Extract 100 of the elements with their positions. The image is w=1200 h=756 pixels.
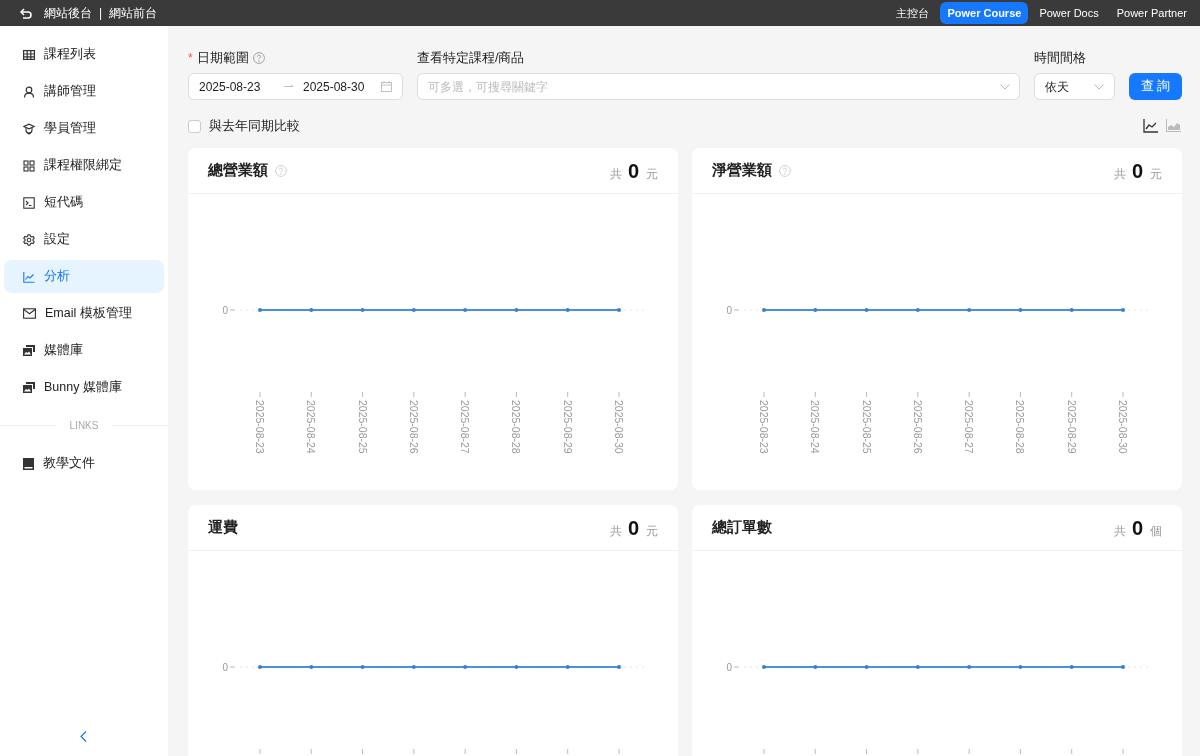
arrow-icon xyxy=(284,84,294,89)
x-axis-label: 2025-08-25 xyxy=(356,400,369,454)
card-title: 淨營業額 xyxy=(712,160,772,180)
x-axis-label: 2025-08-26 xyxy=(407,400,420,454)
y-axis-label: 0 xyxy=(726,304,732,316)
separator-text: | xyxy=(99,5,103,22)
x-tick xyxy=(968,391,970,398)
terminal-icon xyxy=(23,196,35,209)
x-axis-label: 2025-08-27 xyxy=(963,400,976,454)
y-tick xyxy=(733,309,740,311)
x-tick xyxy=(259,391,261,398)
field-label: 查看特定課程/商品 xyxy=(417,49,526,67)
date-range-field[interactable]: 2025-08-23 2025-08-30 xyxy=(188,73,403,100)
sidebar-item[interactable]: Bunny 媒體庫 xyxy=(4,371,164,404)
mail-icon xyxy=(23,308,36,319)
help-icon[interactable] xyxy=(275,164,287,177)
y-tick xyxy=(733,666,740,668)
total-prefix: 共 xyxy=(1113,522,1126,540)
select-value: 依天 xyxy=(1045,78,1070,96)
total-prefix: 共 xyxy=(609,165,622,183)
chevron-down-icon xyxy=(1094,83,1104,90)
total-value: 0 xyxy=(1131,515,1143,541)
x-tick xyxy=(814,391,816,398)
area-chart-icon[interactable] xyxy=(1166,119,1181,133)
sidebar-item[interactable]: 設定 xyxy=(4,223,164,256)
y-axis-label: 0 xyxy=(726,661,732,673)
interval-select[interactable]: 依天 xyxy=(1034,73,1115,100)
x-tick xyxy=(515,748,517,755)
sidebar-item[interactable]: 學員管理 xyxy=(4,112,164,145)
total-unit: 元 xyxy=(1150,165,1162,183)
help-icon[interactable] xyxy=(779,164,791,177)
nav-tab[interactable]: Power Course xyxy=(940,1,1029,25)
x-axis-label: 2025-08-24 xyxy=(305,400,318,454)
x-axis-label: 2025-08-29 xyxy=(561,400,574,454)
x-tick xyxy=(362,748,364,755)
collapse-icon[interactable] xyxy=(80,731,87,742)
card-title: 總營業額 xyxy=(208,160,268,180)
total-prefix: 共 xyxy=(1113,165,1126,183)
x-tick xyxy=(618,391,620,398)
sidebar-item[interactable]: 分析 xyxy=(4,260,164,293)
nav-tab[interactable]: Power Partner xyxy=(1109,1,1194,25)
total-value: 0 xyxy=(627,515,639,541)
back-icon[interactable] xyxy=(20,7,32,19)
field-label: 日期範圍 xyxy=(196,49,249,67)
x-axis-label: 2025-08-28 xyxy=(1014,400,1027,454)
images-icon xyxy=(23,345,35,356)
images-icon xyxy=(23,382,35,393)
x-tick xyxy=(413,748,415,755)
sidebar-item[interactable]: 課程權限綁定 xyxy=(4,149,164,182)
x-tick xyxy=(866,748,868,755)
product-select[interactable]: 可多選，可搜尋關鍵字 xyxy=(417,73,1020,100)
start-date: 2025-08-23 xyxy=(199,78,262,96)
x-axis-label: 2025-08-27 xyxy=(459,400,472,454)
checkbox[interactable] xyxy=(188,119,201,133)
sidebar-item[interactable]: 課程列表 xyxy=(4,38,164,71)
required-mark: * xyxy=(188,50,193,67)
help-icon[interactable] xyxy=(252,52,265,64)
x-tick xyxy=(464,391,466,398)
x-tick xyxy=(567,391,569,398)
card-title: 運費 xyxy=(208,517,238,537)
sidebar-item[interactable]: 媒體庫 xyxy=(4,334,164,367)
x-axis-label: 2025-08-26 xyxy=(911,400,924,454)
x-tick xyxy=(362,391,364,398)
x-tick xyxy=(917,391,919,398)
end-date: 2025-08-30 xyxy=(303,78,365,96)
query-button[interactable]: 查 詢 xyxy=(1129,73,1182,100)
x-tick xyxy=(515,391,517,398)
sidebar-item[interactable]: Email 模板管理 xyxy=(4,297,164,330)
user-icon xyxy=(23,85,35,98)
x-axis-label: 2025-08-23 xyxy=(254,400,266,454)
sidebar-item[interactable]: 講師管理 xyxy=(4,75,164,108)
nav-tab[interactable]: Power Docs xyxy=(1032,1,1106,25)
x-tick xyxy=(259,748,261,755)
x-tick xyxy=(763,748,765,755)
x-axis-label: 2025-08-28 xyxy=(510,400,523,454)
top-link[interactable]: 網站前台 xyxy=(109,4,158,22)
x-tick xyxy=(1019,391,1021,398)
x-tick xyxy=(1071,391,1073,398)
card-title: 總訂單數 xyxy=(712,517,772,537)
y-axis-label: 0 xyxy=(222,661,228,673)
x-axis-label: 2025-08-29 xyxy=(1065,400,1078,454)
x-axis-label: 2025-08-25 xyxy=(860,400,873,454)
line-chart-icon[interactable] xyxy=(1143,119,1158,133)
x-axis-label: 2025-08-23 xyxy=(758,400,770,454)
nav-tab[interactable]: 主控台 xyxy=(889,1,937,25)
x-tick xyxy=(413,391,415,398)
x-tick xyxy=(464,748,466,755)
top-link[interactable]: 網站後台 xyxy=(44,4,92,22)
checkbox-label: 與去年同期比較 xyxy=(209,117,300,135)
x-tick xyxy=(917,748,919,755)
calendar-icon xyxy=(381,81,392,92)
chevron-down-icon xyxy=(1000,84,1010,90)
x-tick xyxy=(1071,748,1073,755)
sidebar-item[interactable]: 短代碼 xyxy=(4,186,164,219)
total-unit: 個 xyxy=(1150,522,1162,540)
x-tick xyxy=(1122,748,1124,755)
sidebar-item[interactable]: 教學文件 xyxy=(4,447,164,480)
x-tick xyxy=(866,391,868,398)
total-prefix: 共 xyxy=(609,522,622,540)
graduation-cap-icon xyxy=(23,122,35,135)
